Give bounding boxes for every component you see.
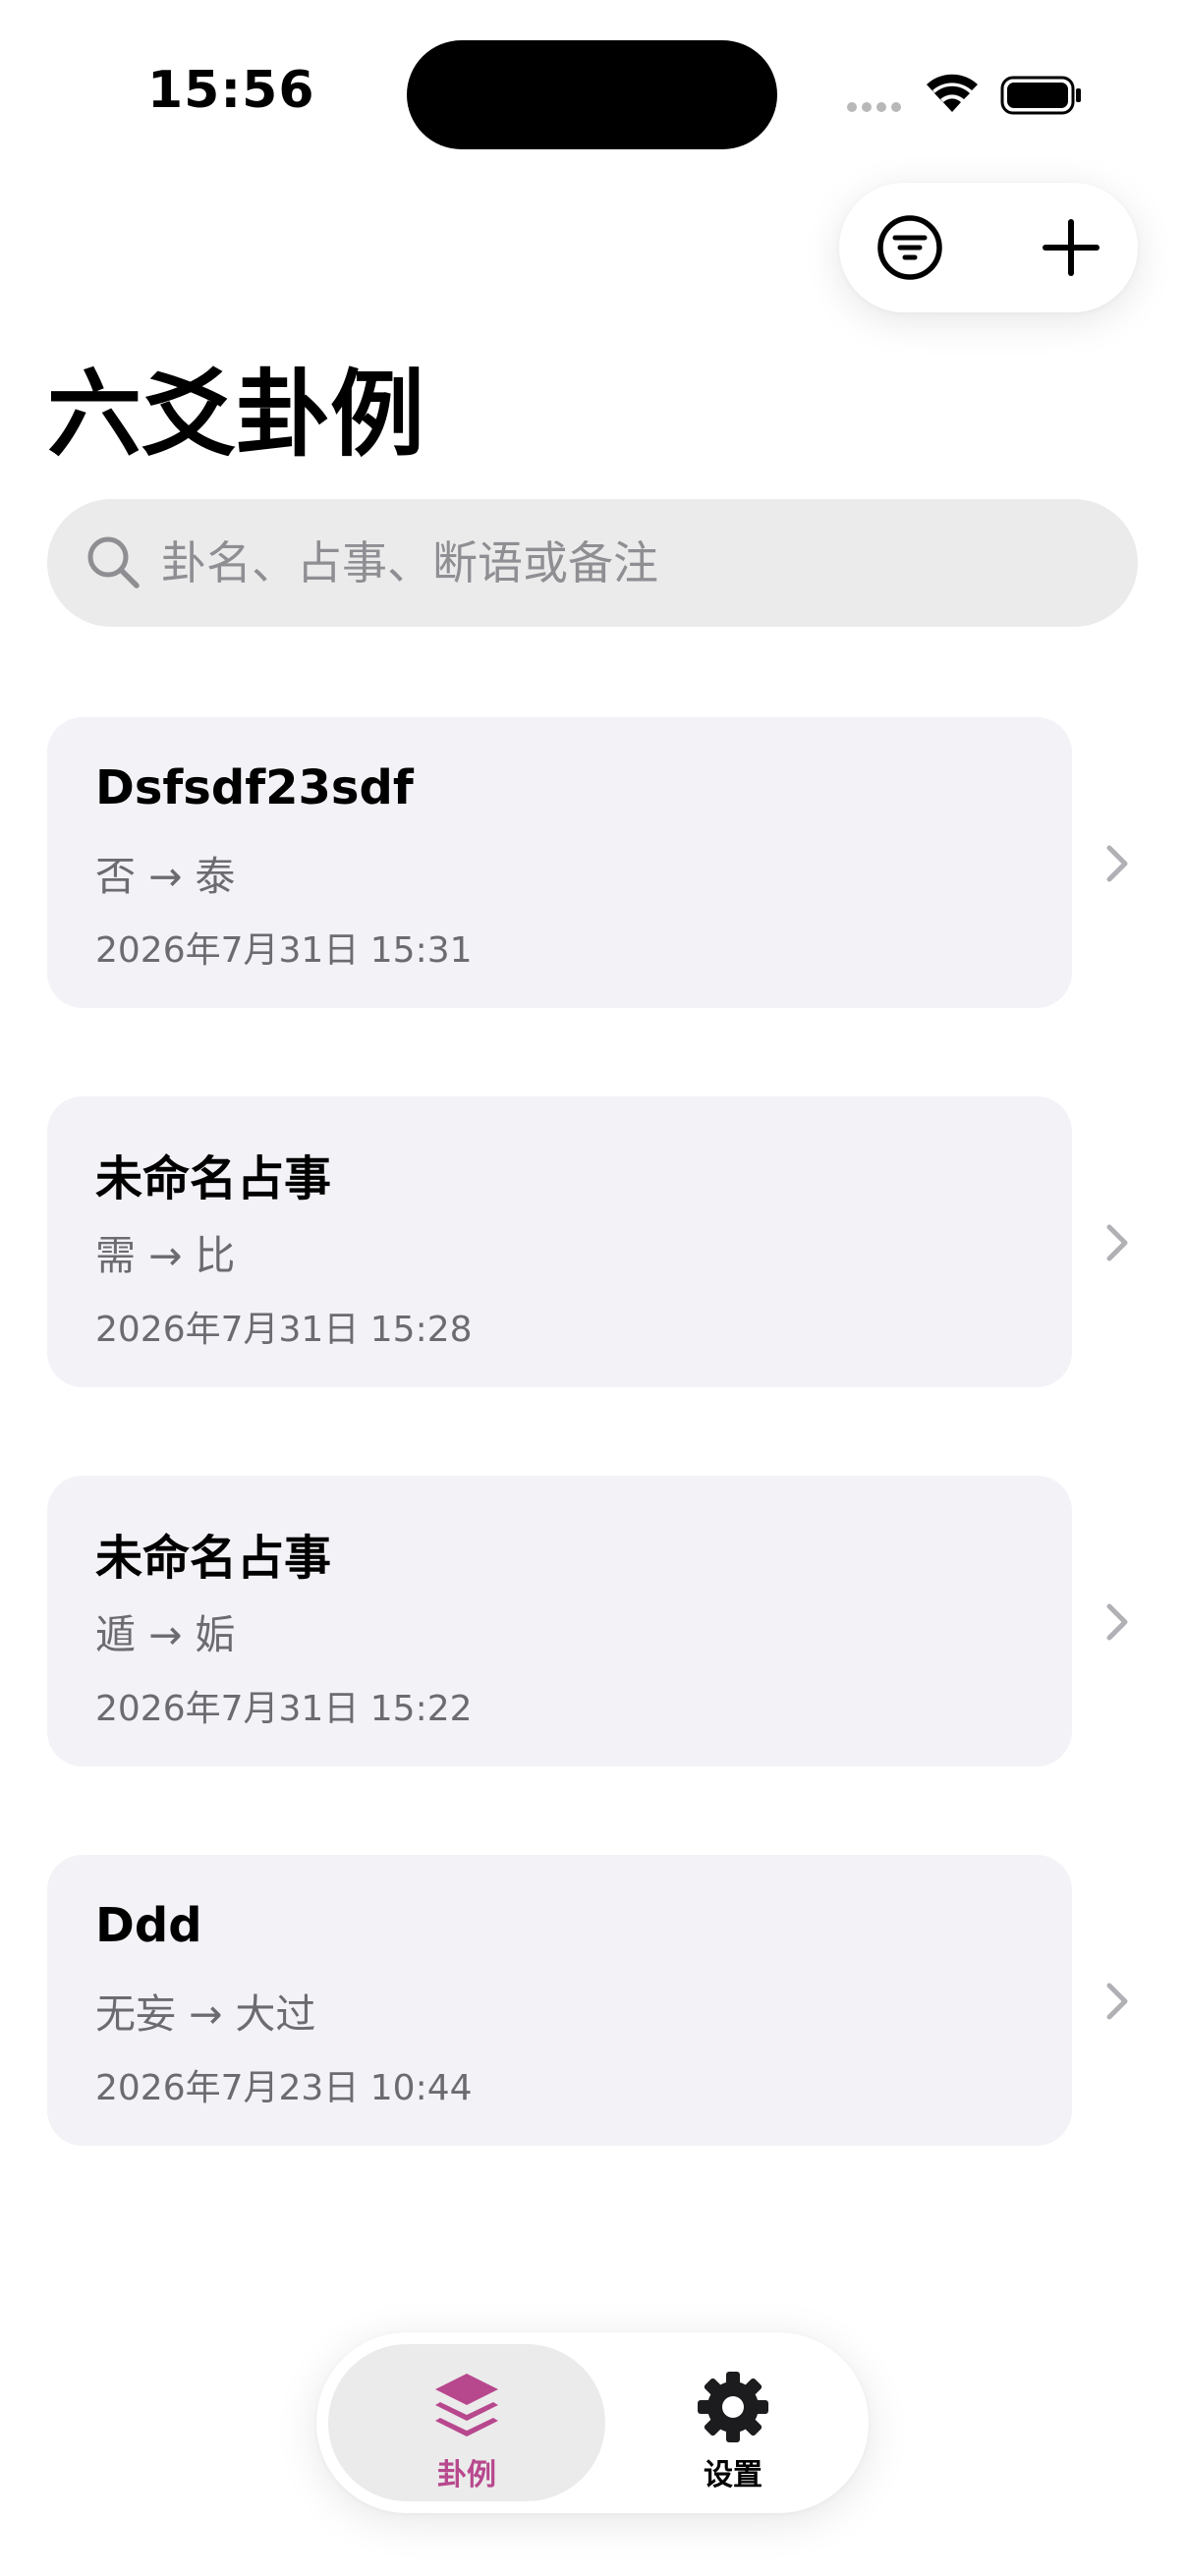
- chevron-right-icon: [1106, 1603, 1128, 1641]
- case-date: 2026年7月31日 15:22: [95, 1689, 473, 1729]
- status-bar: 15:56: [0, 0, 1185, 187]
- wifi-icon: [927, 74, 978, 112]
- status-time: 15:56: [147, 61, 315, 120]
- case-card[interactable]: 未命名占事 遁 → 姤 2026年7月31日 15:22: [47, 1476, 1072, 1766]
- tab-settings[interactable]: 设置: [609, 2344, 857, 2501]
- chevron-right-icon: [1106, 1224, 1128, 1261]
- case-card[interactable]: Dsfsdf23sdf 否 → 泰 2026年7月31日 15:31: [47, 717, 1072, 1008]
- tab-label: 设置: [704, 2458, 762, 2492]
- case-hexagrams: 无妄 → 大过: [95, 1990, 316, 2038]
- filter-icon: [877, 215, 942, 280]
- case-title: 未命名占事: [95, 1531, 332, 1586]
- case-hexagrams: 遁 → 姤: [95, 1611, 236, 1658]
- add-case-button[interactable]: [1032, 208, 1110, 287]
- case-date: 2026年7月23日 10:44: [95, 2068, 473, 2108]
- tab-bar: 卦例 设置: [316, 2332, 869, 2513]
- case-title: Dsfsdf23sdf: [95, 760, 414, 815]
- layers-icon: [435, 2374, 498, 2436]
- filter-button[interactable]: [871, 208, 949, 287]
- tab-label: 卦例: [437, 2458, 496, 2492]
- dynamic-island: [407, 40, 777, 149]
- gear-icon: [698, 2372, 768, 2442]
- case-date: 2026年7月31日 15:31: [95, 930, 473, 971]
- case-card[interactable]: 未命名占事 需 → 比 2026年7月31日 15:28: [47, 1096, 1072, 1387]
- battery-icon: [1000, 76, 1081, 115]
- case-title: 未命名占事: [95, 1151, 332, 1206]
- tab-cases[interactable]: 卦例: [328, 2344, 605, 2501]
- plus-icon: [1043, 219, 1100, 276]
- list-item[interactable]: Ddd 无妄 → 大过 2026年7月23日 10:44: [47, 1855, 1138, 2146]
- case-title: Ddd: [95, 1898, 202, 1953]
- search-icon: [87, 536, 140, 588]
- case-hexagrams: 否 → 泰: [95, 853, 236, 900]
- list-item[interactable]: Dsfsdf23sdf 否 → 泰 2026年7月31日 15:31: [47, 717, 1138, 1008]
- search-bar[interactable]: [47, 499, 1138, 627]
- cellular-signal-icon: [847, 102, 901, 112]
- case-hexagrams: 需 → 比: [95, 1232, 236, 1279]
- case-card[interactable]: Ddd 无妄 → 大过 2026年7月23日 10:44: [47, 1855, 1072, 2146]
- chevron-right-icon: [1106, 845, 1128, 882]
- page-title: 六爻卦例: [47, 360, 424, 470]
- list-item[interactable]: 未命名占事 遁 → 姤 2026年7月31日 15:22: [47, 1476, 1138, 1766]
- search-input[interactable]: [161, 499, 1104, 627]
- list-item[interactable]: 未命名占事 需 → 比 2026年7月31日 15:28: [47, 1096, 1138, 1387]
- toolbar-actions: [839, 183, 1138, 312]
- case-date: 2026年7月31日 15:28: [95, 1310, 473, 1350]
- chevron-right-icon: [1106, 1983, 1128, 2020]
